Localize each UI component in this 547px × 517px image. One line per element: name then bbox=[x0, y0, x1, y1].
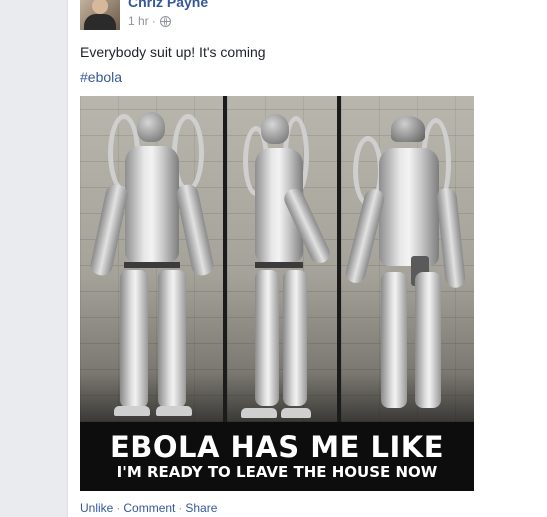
suit-belt bbox=[255, 262, 303, 268]
caption-line-1: EBOLA HAS ME LIKE bbox=[109, 430, 445, 464]
suit-leg bbox=[283, 270, 307, 406]
suit-boot bbox=[281, 408, 311, 418]
suit-boot bbox=[156, 406, 192, 416]
photo-panel-side bbox=[227, 96, 337, 422]
action-separator: · bbox=[116, 501, 121, 515]
post-card: Chriz Payne 1 hr · Everybody suit up! It… bbox=[67, 0, 547, 517]
suit-boot bbox=[241, 408, 277, 418]
post-meta: 1 hr · bbox=[128, 14, 171, 28]
hashtag-link[interactable]: #ebola bbox=[80, 69, 122, 85]
suit-arm bbox=[174, 182, 216, 278]
share-link[interactable]: Share bbox=[185, 501, 217, 515]
suit-boot bbox=[114, 406, 150, 416]
suit-leg bbox=[120, 270, 148, 408]
avatar-shirt bbox=[84, 14, 116, 30]
suit-leg bbox=[381, 272, 407, 408]
suit-torso bbox=[125, 146, 179, 262]
caption-line-2: I'M READY TO LEAVE THE HOUSE NOW bbox=[116, 463, 438, 481]
meta-separator: · bbox=[151, 14, 156, 28]
post-actions: Unlike · Comment · Share bbox=[80, 501, 217, 515]
unlike-link[interactable]: Unlike bbox=[80, 501, 113, 515]
suit-leg bbox=[415, 272, 441, 408]
helmet bbox=[391, 116, 425, 142]
suit-leg bbox=[158, 270, 186, 408]
suit-leg bbox=[255, 270, 279, 406]
suit-arm bbox=[435, 187, 467, 289]
post-text: Everybody suit up! It's coming bbox=[80, 44, 266, 60]
suit-torso bbox=[379, 148, 439, 266]
comment-link[interactable]: Comment bbox=[123, 501, 175, 515]
helmet bbox=[137, 112, 165, 142]
author-name[interactable]: Chriz Payne bbox=[128, 0, 208, 10]
avatar-head bbox=[92, 0, 108, 14]
suit-belt bbox=[124, 262, 180, 268]
helmet bbox=[261, 114, 289, 144]
photo-caption: EBOLA HAS ME LIKE I'M READY TO LEAVE THE… bbox=[80, 422, 474, 491]
photo-panel-back bbox=[341, 96, 474, 422]
post-timestamp[interactable]: 1 hr bbox=[128, 14, 149, 28]
photo-panel-front bbox=[80, 96, 223, 422]
action-separator: · bbox=[178, 501, 183, 515]
author-avatar[interactable] bbox=[80, 0, 120, 30]
globe-icon[interactable] bbox=[159, 15, 171, 27]
post-photo[interactable]: EBOLA HAS ME LIKE I'M READY TO LEAVE THE… bbox=[80, 96, 474, 491]
